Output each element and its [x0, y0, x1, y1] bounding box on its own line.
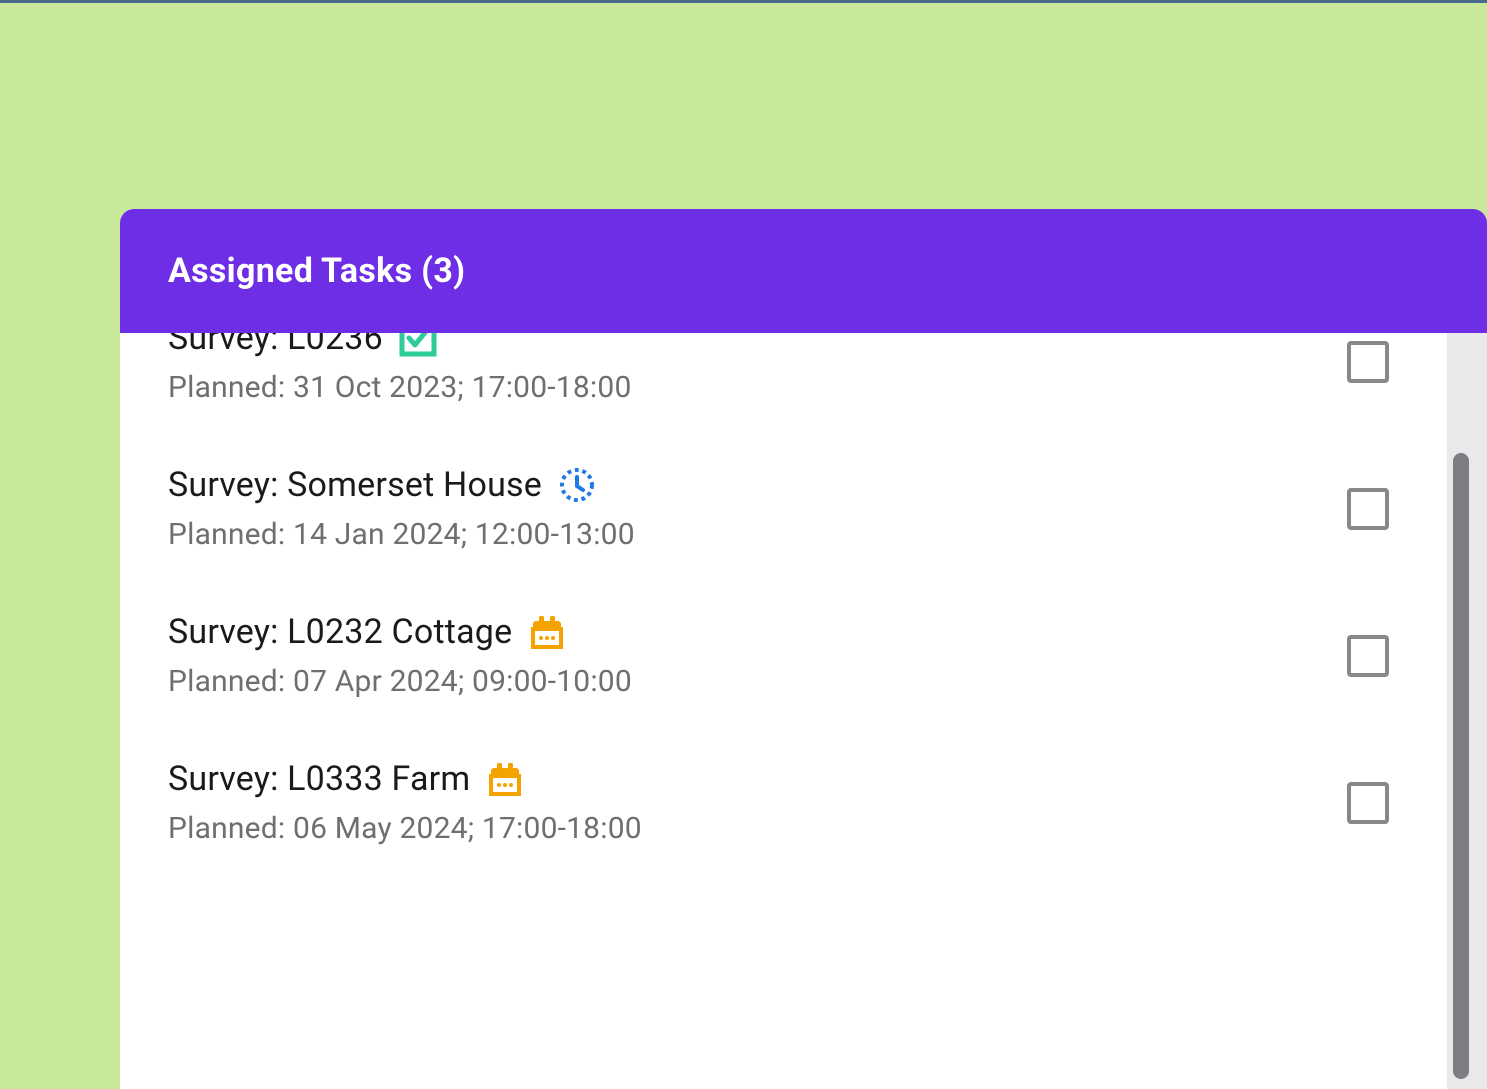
task-list: Survey: L0236 Planned: 31 Oct 2023; 17:0… [120, 333, 1447, 876]
task-title: Survey: Somerset House [168, 465, 542, 505]
task-planned-time: Planned: 07 Apr 2024; 09:00-10:00 [168, 664, 632, 699]
task-content: Survey: L0236 Planned: 31 Oct 2023; 17:0… [168, 333, 632, 405]
task-checkbox[interactable] [1347, 635, 1389, 677]
task-planned-time: Planned: 31 Oct 2023; 17:00-18:00 [168, 370, 632, 405]
task-list-scroll-area: Survey: L0236 Planned: 31 Oct 2023; 17:0… [120, 333, 1487, 1089]
task-planned-time: Planned: 06 May 2024; 17:00-18:00 [168, 811, 642, 846]
calendar-scheduled-icon [486, 760, 524, 798]
check-done-icon [399, 333, 437, 357]
scrollbar-track[interactable] [1447, 333, 1487, 1089]
calendar-scheduled-icon [528, 613, 566, 651]
task-title-line: Survey: L0232 Cottage [168, 612, 632, 652]
task-row[interactable]: Survey: L0333 Farm [168, 729, 1417, 876]
task-row[interactable]: Survey: L0236 Planned: 31 Oct 2023; 17:0… [168, 333, 1417, 435]
clock-pending-icon [558, 466, 596, 504]
task-row[interactable]: Survey: L0232 Cottage [168, 582, 1417, 729]
task-title: Survey: L0232 Cottage [168, 612, 512, 652]
task-content: Survey: L0232 Cottage [168, 612, 632, 699]
task-title: Survey: L0333 Farm [168, 759, 470, 799]
task-row[interactable]: Survey: Somerset House Planned: 14 Jan 2… [168, 435, 1417, 582]
task-title: Survey: L0236 [168, 333, 383, 358]
card-header-title: Assigned Tasks (3) [120, 209, 1487, 333]
task-checkbox[interactable] [1347, 488, 1389, 530]
scrollbar-thumb[interactable] [1453, 453, 1469, 1079]
task-checkbox[interactable] [1347, 782, 1389, 824]
task-checkbox[interactable] [1347, 341, 1389, 383]
task-planned-time: Planned: 14 Jan 2024; 12:00-13:00 [168, 517, 635, 552]
task-title-line: Survey: L0236 [168, 333, 632, 358]
assigned-tasks-card: Assigned Tasks (3) Survey: L0236 [120, 209, 1487, 1089]
task-title-line: Survey: Somerset House [168, 465, 635, 505]
task-content: Survey: L0333 Farm [168, 759, 642, 846]
task-title-line: Survey: L0333 Farm [168, 759, 642, 799]
task-content: Survey: Somerset House Planned: 14 Jan 2… [168, 465, 635, 552]
